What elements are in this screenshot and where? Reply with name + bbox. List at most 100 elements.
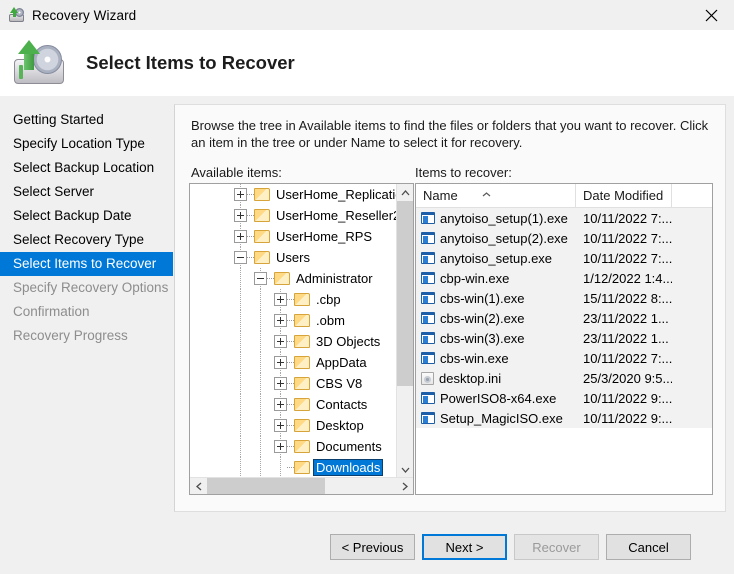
cell-name: cbs-win(2).exe [416,311,576,326]
table-row[interactable]: anytoiso_setup(1).exe10/11/2022 7:... [416,208,712,228]
tree-node-label[interactable]: Administrator [294,271,375,286]
tree-horizontal-scrollbar[interactable] [190,477,413,494]
tree-node[interactable]: CBS V8 [190,373,398,394]
chevron-up-icon[interactable] [397,184,414,201]
tree-connector [247,215,254,216]
sidebar-item-select-server[interactable]: Select Server [0,180,173,204]
previous-button[interactable]: < Previous [330,534,415,560]
tree-node-label[interactable]: Documents [314,439,384,454]
expand-node-icon[interactable] [274,377,287,390]
chevron-down-icon[interactable] [397,461,414,478]
expand-node-icon[interactable] [274,335,287,348]
tree-node[interactable]: UserHome_Reseller2 [190,205,398,226]
sidebar-item-select-recovery-type[interactable]: Select Recovery Type [0,228,173,252]
tree-vertical-scrollbar[interactable] [396,184,413,478]
tree-vscroll-thumb[interactable] [397,201,414,386]
tree-guide-line [240,415,241,436]
tree-node[interactable]: Desktop [190,415,398,436]
expand-node-icon[interactable] [274,356,287,369]
exe-file-icon [421,412,435,424]
items-to-recover-label: Items to recover: [415,165,512,180]
tree-node[interactable]: 3D Objects [190,331,398,352]
tree-node[interactable]: .obm [190,310,398,331]
sidebar-item-getting-started[interactable]: Getting Started [0,108,173,132]
expand-node-icon[interactable] [234,230,247,243]
tree-node-label[interactable]: AppData [314,355,369,370]
tree-node-label[interactable]: UserHome_RPS [274,229,374,244]
tree-node[interactable]: UserHome_Replication [190,184,398,205]
column-header-date-modified[interactable]: Date Modified [576,184,672,207]
file-name-label: PowerISO8-x64.exe [440,391,556,406]
tree-node-label[interactable]: Downloads [314,460,382,475]
tree-guide-line [240,268,241,289]
table-row[interactable]: desktop.ini25/3/2020 9:5... [416,368,712,388]
table-row[interactable]: cbp-win.exe1/12/2022 1:4... [416,268,712,288]
table-row[interactable]: PowerISO8-x64.exe10/11/2022 9:... [416,388,712,408]
tree-connector [287,341,294,342]
tree-hscroll-thumb[interactable] [207,478,325,495]
tree-connector [267,278,274,279]
tree-node-label[interactable]: .obm [314,313,347,328]
folder-icon [294,461,310,474]
tree-node[interactable]: Contacts [190,394,398,415]
chevron-left-icon[interactable] [190,478,207,495]
sidebar-item-recovery-progress[interactable]: Recovery Progress [0,324,173,348]
table-row[interactable]: Setup_MagicISO.exe10/11/2022 9:... [416,408,712,428]
expand-node-icon[interactable] [234,209,247,222]
drive-restore-icon [12,39,68,87]
tree-node-label[interactable]: CBS V8 [314,376,364,391]
tree-node-label[interactable]: Users [274,250,312,265]
sidebar-item-specify-location-type[interactable]: Specify Location Type [0,132,173,156]
table-row[interactable]: anytoiso_setup(2).exe10/11/2022 7:... [416,228,712,248]
tree-node[interactable]: Administrator [190,268,398,289]
tree-node-label[interactable]: UserHome_Reseller2 [274,208,398,223]
next-button[interactable]: Next > [422,534,507,560]
folder-icon [254,209,270,222]
table-row[interactable]: anytoiso_setup.exe10/11/2022 7:... [416,248,712,268]
chevron-right-icon[interactable] [396,478,413,495]
tree-connector [287,425,294,426]
close-icon[interactable] [688,0,734,30]
tree-node-label[interactable]: Contacts [314,397,369,412]
tree-node[interactable]: AppData [190,352,398,373]
expand-node-icon[interactable] [274,314,287,327]
tree-node[interactable]: Documents [190,436,398,457]
column-header-name[interactable]: Name [416,184,576,207]
tree-node-label[interactable]: 3D Objects [314,334,382,349]
sidebar-item-specify-recovery-options[interactable]: Specify Recovery Options [0,276,173,300]
tree-node[interactable]: .cbp [190,289,398,310]
sidebar-item-select-items-to-recover[interactable]: Select Items to Recover [0,252,173,276]
cell-date-modified: 10/11/2022 7:... [576,251,672,266]
expand-node-icon[interactable] [234,188,247,201]
table-row[interactable]: cbs-win(2).exe23/11/2022 1... [416,308,712,328]
tree-node[interactable]: UserHome_RPS [190,226,398,247]
tree-node-label[interactable]: UserHome_Replication [274,187,398,202]
expand-node-icon[interactable] [274,419,287,432]
titlebar: Recovery Wizard [0,0,734,30]
items-to-recover-list[interactable]: Name Date Modified anytoiso_setup(1).exe… [415,183,713,495]
exe-file-icon [421,252,435,264]
exe-file-icon [421,332,435,344]
folder-icon [294,335,310,348]
cancel-button[interactable]: Cancel [606,534,691,560]
tree-node[interactable]: Users [190,247,398,268]
tree-guide-line [260,436,261,457]
sidebar-item-select-backup-location[interactable]: Select Backup Location [0,156,173,180]
tree-node[interactable]: Downloads [190,457,398,478]
sidebar-item-confirmation[interactable]: Confirmation [0,300,173,324]
collapse-node-icon[interactable] [254,272,267,285]
sidebar-item-select-backup-date[interactable]: Select Backup Date [0,204,173,228]
expand-node-icon[interactable] [274,398,287,411]
cell-date-modified: 23/11/2022 1... [576,311,672,326]
tree-node-label[interactable]: .cbp [314,292,343,307]
tree-connector [247,194,254,195]
expand-node-icon[interactable] [274,293,287,306]
collapse-node-icon[interactable] [234,251,247,264]
expand-node-icon[interactable] [274,440,287,453]
available-items-tree[interactable]: UserHome_Replication UserHome_Reseller2 Us… [189,183,414,495]
table-row[interactable]: cbs-win.exe10/11/2022 7:... [416,348,712,368]
table-row[interactable]: cbs-win(3).exe23/11/2022 1... [416,328,712,348]
table-row[interactable]: cbs-win(1).exe15/11/2022 8:... [416,288,712,308]
tree-node-label[interactable]: Desktop [314,418,366,433]
window-title: Recovery Wizard [32,8,136,23]
